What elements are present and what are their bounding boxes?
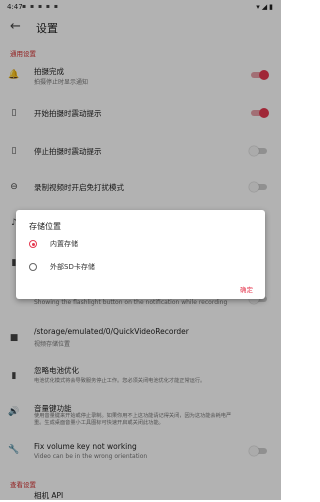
confirm-button[interactable]: 确定	[240, 284, 253, 294]
radio-internal-storage[interactable]	[29, 240, 37, 248]
option-internal-storage[interactable]: 内置存储	[50, 239, 78, 249]
radio-external-sd[interactable]	[29, 263, 37, 271]
storage-location-dialog: 存储位置 内置存储 外部SD卡存储 确定	[16, 210, 265, 299]
dialog-title: 存储位置	[29, 222, 61, 231]
option-external-sd[interactable]: 外部SD卡存储	[50, 262, 95, 272]
